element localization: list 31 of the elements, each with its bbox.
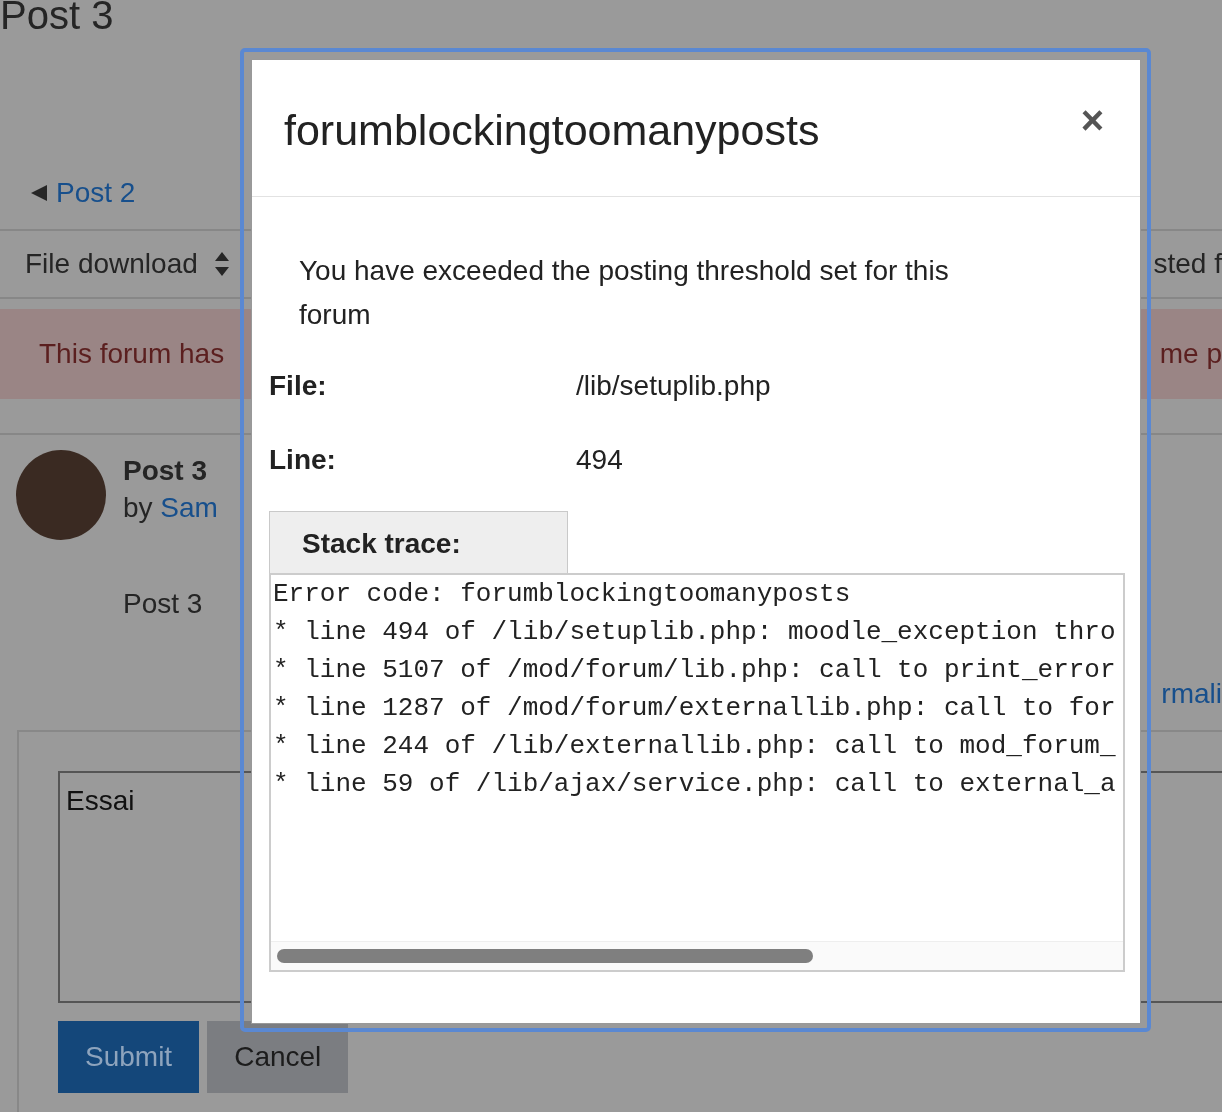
stack-trace-line: * line 1287 of /mod/forum/externallib.php: call to for: [273, 692, 1117, 725]
option-text: sted f: [1153, 248, 1222, 280]
field-label: File:: [269, 369, 328, 403]
stack-trace-heading: Stack trace:: [269, 511, 568, 573]
left-triangle-icon: [30, 184, 48, 202]
alert-text: This forum has: [39, 338, 225, 370]
field-label: Line:: [269, 443, 337, 477]
stack-trace-line: * line 494 of /lib/setuplib.php: moodle_exception thro: [273, 616, 1117, 649]
page-heading: Post 3: [0, 0, 114, 35]
display-mode-select[interactable]: File download: [25, 248, 230, 280]
horizontal-scrollbar[interactable]: [271, 941, 1123, 970]
field-value: /lib/setuplib.php: [576, 369, 771, 403]
dialog-title: forumblockingtoomanyposts: [284, 106, 820, 155]
close-button[interactable]: ×: [1076, 98, 1108, 143]
stack-trace-line: * line 59 of /lib/ajax/service.php: call to external_a: [273, 768, 1117, 801]
post-body: Post 3: [123, 588, 203, 619]
alert-text: me p: [1159, 338, 1222, 370]
scrollbar-thumb[interactable]: [277, 949, 813, 963]
permalink-link[interactable]: rmali: [1161, 674, 1222, 714]
previous-post-link[interactable]: Post 2: [56, 177, 136, 209]
author-link[interactable]: Sam: [160, 492, 218, 523]
stack-trace-line: Error code: forumblockingtoomanyposts: [273, 578, 852, 611]
post-title: Post 3: [123, 454, 209, 488]
submit-button[interactable]: Submit: [58, 1021, 200, 1093]
error-message: You have exceeded the posting threshold set for this forum: [299, 254, 950, 332]
cancel-button[interactable]: Cancel: [207, 1021, 349, 1093]
stack-trace-line: * line 5107 of /mod/forum/lib.php: call to print_error: [273, 654, 1117, 687]
byline-text: by: [123, 492, 153, 523]
field-value: 494: [576, 443, 623, 477]
sort-arrows-icon: [213, 251, 230, 277]
stack-trace-line: * line 244 of /lib/externallib.php: call to mod_forum_: [273, 730, 1117, 763]
